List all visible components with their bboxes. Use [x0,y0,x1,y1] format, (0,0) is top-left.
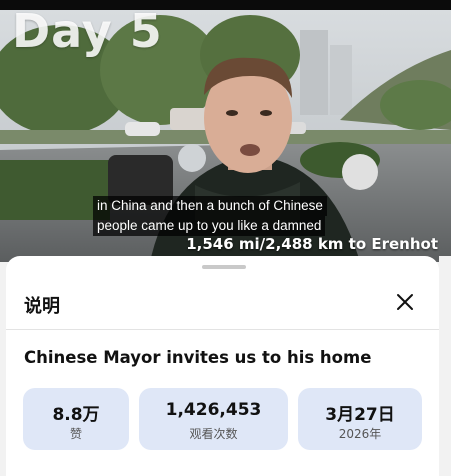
views-stat: 1,426,453 观看次数 [139,388,288,450]
day-overlay-title: Day 5 [12,4,163,58]
video-title: Chinese Mayor invites us to his home [24,348,372,367]
likes-stat: 8.8万 赞 [23,388,129,450]
divider [6,329,439,330]
close-icon [397,294,413,310]
description-sheet: 说明 Chinese Mayor invites us to his home … [6,256,439,476]
video-player[interactable]: Day 5 in China and then a bunch of Chine… [0,0,451,262]
year-label: 2026年 [338,427,382,441]
distance-caption: 1,546 mi/2,488 km to Erenhot [186,235,438,253]
views-label: 观看次数 [189,427,238,441]
views-value: 1,426,453 [165,400,262,420]
date-value: 3月27日 [325,405,395,425]
sheet-title: 说明 [24,296,60,317]
likes-value: 8.8万 [52,405,100,425]
caption-subtitle: in China and then a bunch of Chinese peo… [93,196,327,236]
date-stat: 3月27日 2026年 [298,388,422,450]
caption-line: in China and then a bunch of Chinese [93,196,327,216]
caption-line: people came up to you like a damned [93,216,326,236]
background-strip [439,256,451,462]
close-button[interactable] [393,290,417,314]
likes-label: 赞 [69,427,82,441]
drag-handle[interactable] [202,265,246,269]
